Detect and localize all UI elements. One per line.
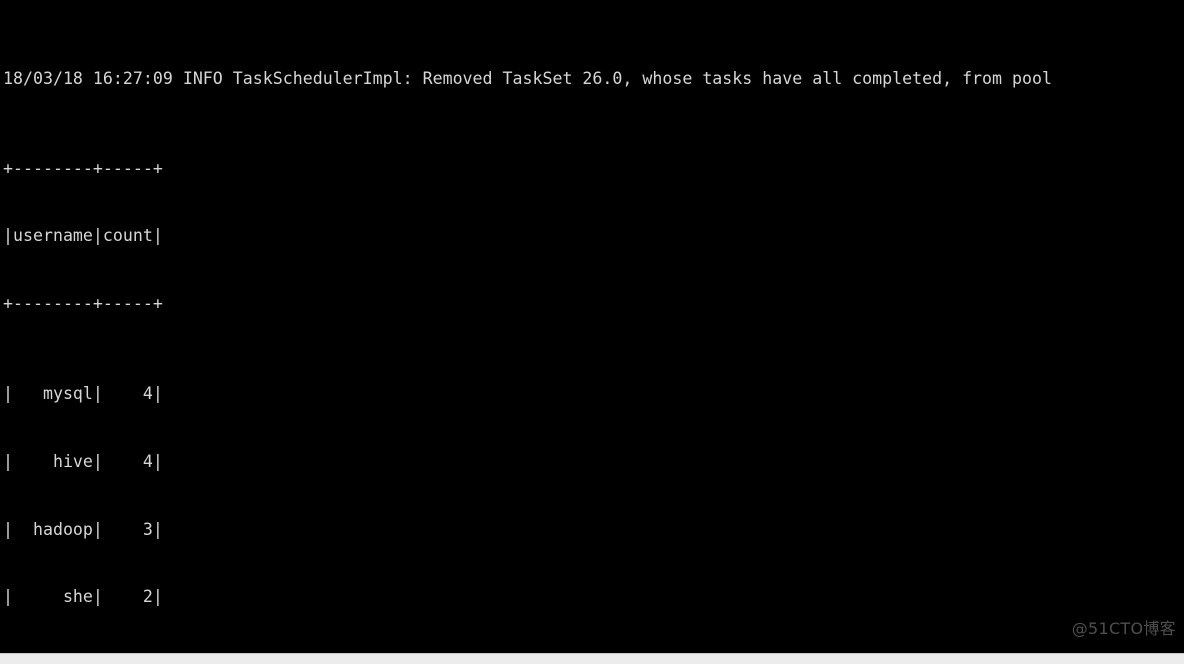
- table-row: | hive| 4|: [3, 451, 163, 471]
- table-row: | she| 2|: [3, 587, 163, 607]
- table-header-row: |username|count|: [3, 226, 163, 246]
- page-bottom-strip: [0, 653, 1184, 664]
- screenshot-root: 18/03/18 16:27:09 INFO TaskSchedulerImpl…: [0, 0, 1184, 664]
- log-line-task-scheduler: 18/03/18 16:27:09 INFO TaskSchedulerImpl…: [3, 68, 1052, 88]
- table-row: | mysql| 4|: [3, 384, 163, 404]
- table-row: | hadoop| 3|: [3, 519, 163, 539]
- watermark-label: @51CTO博客: [1071, 619, 1176, 638]
- table-header-border: +--------+-----+: [3, 294, 163, 314]
- terminal-output: 18/03/18 16:27:09 INFO TaskSchedulerImpl…: [3, 0, 1052, 653]
- table-top-border: +--------+-----+: [3, 158, 163, 178]
- terminal-window[interactable]: 18/03/18 16:27:09 INFO TaskSchedulerImpl…: [0, 0, 1184, 653]
